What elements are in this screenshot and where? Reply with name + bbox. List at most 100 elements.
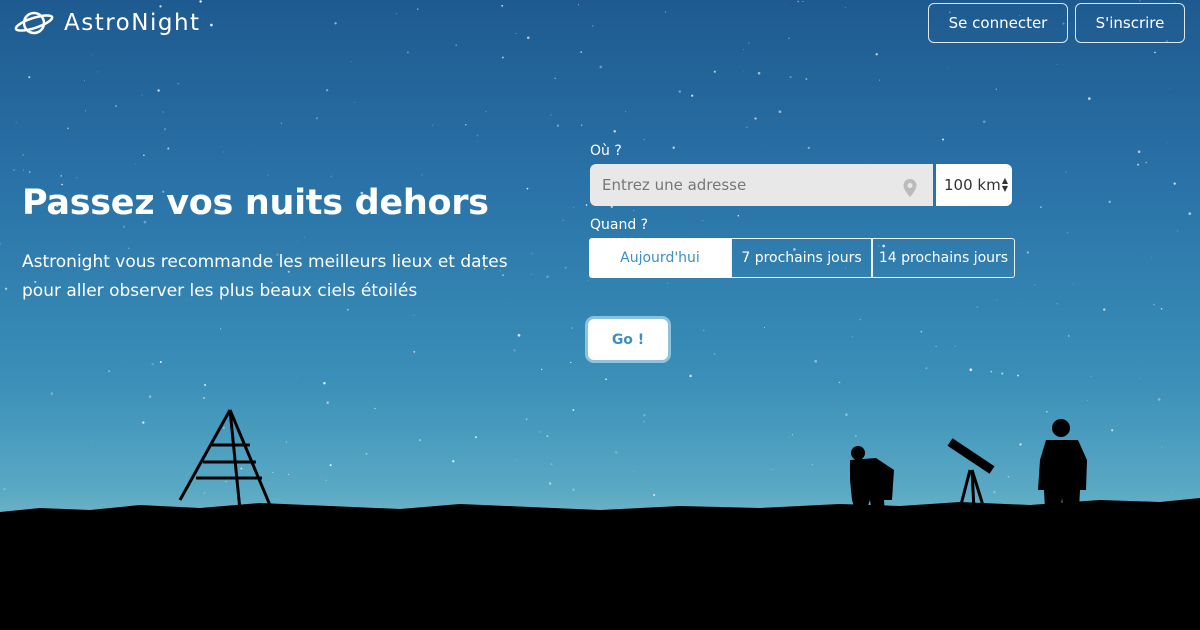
star xyxy=(982,120,986,124)
star xyxy=(0,242,1,245)
star xyxy=(162,111,164,113)
star xyxy=(754,117,757,120)
star xyxy=(778,110,782,114)
star xyxy=(28,171,31,173)
star xyxy=(1040,206,1042,208)
star xyxy=(396,13,398,15)
star xyxy=(325,88,329,92)
star xyxy=(784,3,786,5)
star xyxy=(1145,161,1147,164)
star xyxy=(672,146,675,149)
star xyxy=(84,110,86,112)
star xyxy=(702,220,704,222)
star xyxy=(1066,231,1069,234)
star xyxy=(1176,230,1178,232)
star xyxy=(599,65,602,69)
star xyxy=(220,328,222,330)
where-label: Où ? xyxy=(590,143,622,159)
period-today-option[interactable]: Aujourd'hui xyxy=(589,238,731,278)
signup-button[interactable]: S'inscrire xyxy=(1075,3,1185,43)
star xyxy=(517,333,521,337)
star xyxy=(114,104,118,108)
star xyxy=(476,134,479,137)
star xyxy=(743,70,744,72)
star xyxy=(625,111,627,113)
star xyxy=(1068,335,1070,337)
star xyxy=(12,169,16,172)
star xyxy=(875,53,878,56)
star xyxy=(134,163,136,165)
star xyxy=(465,124,467,126)
star xyxy=(1153,303,1155,306)
star xyxy=(562,219,564,222)
star xyxy=(143,154,145,157)
star xyxy=(280,122,283,124)
landscape-silhouette xyxy=(0,409,1200,630)
star xyxy=(406,51,409,54)
star xyxy=(526,187,529,190)
star xyxy=(351,61,353,63)
star xyxy=(797,0,800,3)
star xyxy=(1065,171,1067,173)
star xyxy=(1188,212,1192,215)
brand-logo[interactable]: AstroNight xyxy=(14,8,201,38)
star xyxy=(737,214,740,217)
star xyxy=(763,326,765,328)
star xyxy=(844,6,846,8)
star xyxy=(995,88,997,90)
star xyxy=(941,138,945,141)
star xyxy=(948,67,950,69)
radius-value: 100 km xyxy=(944,176,1001,194)
star xyxy=(678,90,682,93)
star xyxy=(1137,150,1141,154)
star xyxy=(1056,64,1058,66)
star xyxy=(573,206,574,208)
star xyxy=(513,349,516,352)
star xyxy=(789,76,792,79)
star xyxy=(297,241,298,242)
star xyxy=(571,327,573,329)
star xyxy=(954,345,956,347)
star xyxy=(667,283,669,285)
star xyxy=(501,4,504,7)
star xyxy=(757,71,761,75)
period-7-days-option[interactable]: 7 prochains jours xyxy=(731,238,872,278)
star xyxy=(202,18,203,20)
star xyxy=(141,94,143,96)
star xyxy=(748,42,750,44)
star xyxy=(613,130,616,133)
hero-subtitle-line-1: Astronight vous recommande les meilleurs… xyxy=(22,252,508,272)
star xyxy=(554,77,557,80)
star xyxy=(177,83,179,85)
address-input[interactable] xyxy=(590,164,933,206)
star xyxy=(22,153,25,156)
star xyxy=(578,4,580,6)
star xyxy=(570,361,572,364)
star xyxy=(976,306,979,308)
star xyxy=(869,159,871,161)
star xyxy=(1151,256,1152,258)
star xyxy=(807,146,810,150)
star xyxy=(1169,88,1170,90)
star xyxy=(1056,303,1058,305)
star xyxy=(805,78,808,80)
login-button[interactable]: Se connecter xyxy=(928,3,1068,43)
star xyxy=(413,350,416,353)
hero-subtitle-line-2: pour aller observer les plus beaux ciels… xyxy=(22,281,418,301)
star xyxy=(122,225,126,228)
star xyxy=(633,210,635,212)
star xyxy=(713,70,716,73)
star xyxy=(588,279,589,281)
star xyxy=(303,236,305,238)
star xyxy=(167,147,170,150)
star xyxy=(267,174,269,176)
hero-title: Passez vos nuits dehors xyxy=(22,183,489,223)
radius-select[interactable]: 100 km ▲ ▼ xyxy=(936,164,1012,206)
period-14-days-option[interactable]: 14 prochains jours xyxy=(872,238,1015,278)
star xyxy=(1166,142,1168,144)
star xyxy=(585,204,588,206)
star xyxy=(485,110,487,113)
go-button[interactable]: Go ! xyxy=(588,319,668,360)
star xyxy=(746,126,748,129)
star xyxy=(421,174,423,176)
